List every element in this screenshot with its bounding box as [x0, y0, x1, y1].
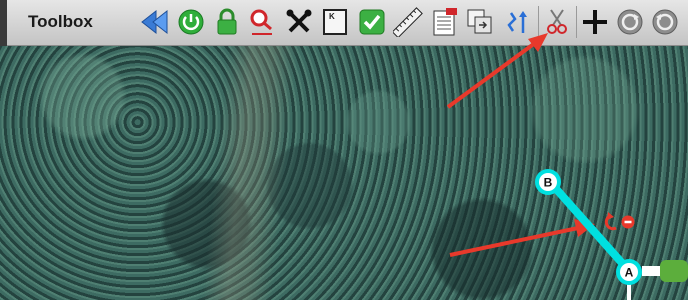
node-a[interactable]: A [616, 259, 688, 300]
node-b[interactable]: B [535, 169, 561, 195]
node-b-label: B [544, 176, 553, 190]
selected-segment[interactable] [546, 178, 634, 276]
annotation-arrow-top [446, 33, 548, 109]
remove-vertex-icon[interactable] [604, 212, 635, 231]
annotation-arrow-bottom [449, 219, 595, 257]
node-a-label: A [625, 266, 634, 280]
map-overlay: B A [446, 33, 688, 300]
path-extension-handle[interactable] [660, 260, 688, 282]
